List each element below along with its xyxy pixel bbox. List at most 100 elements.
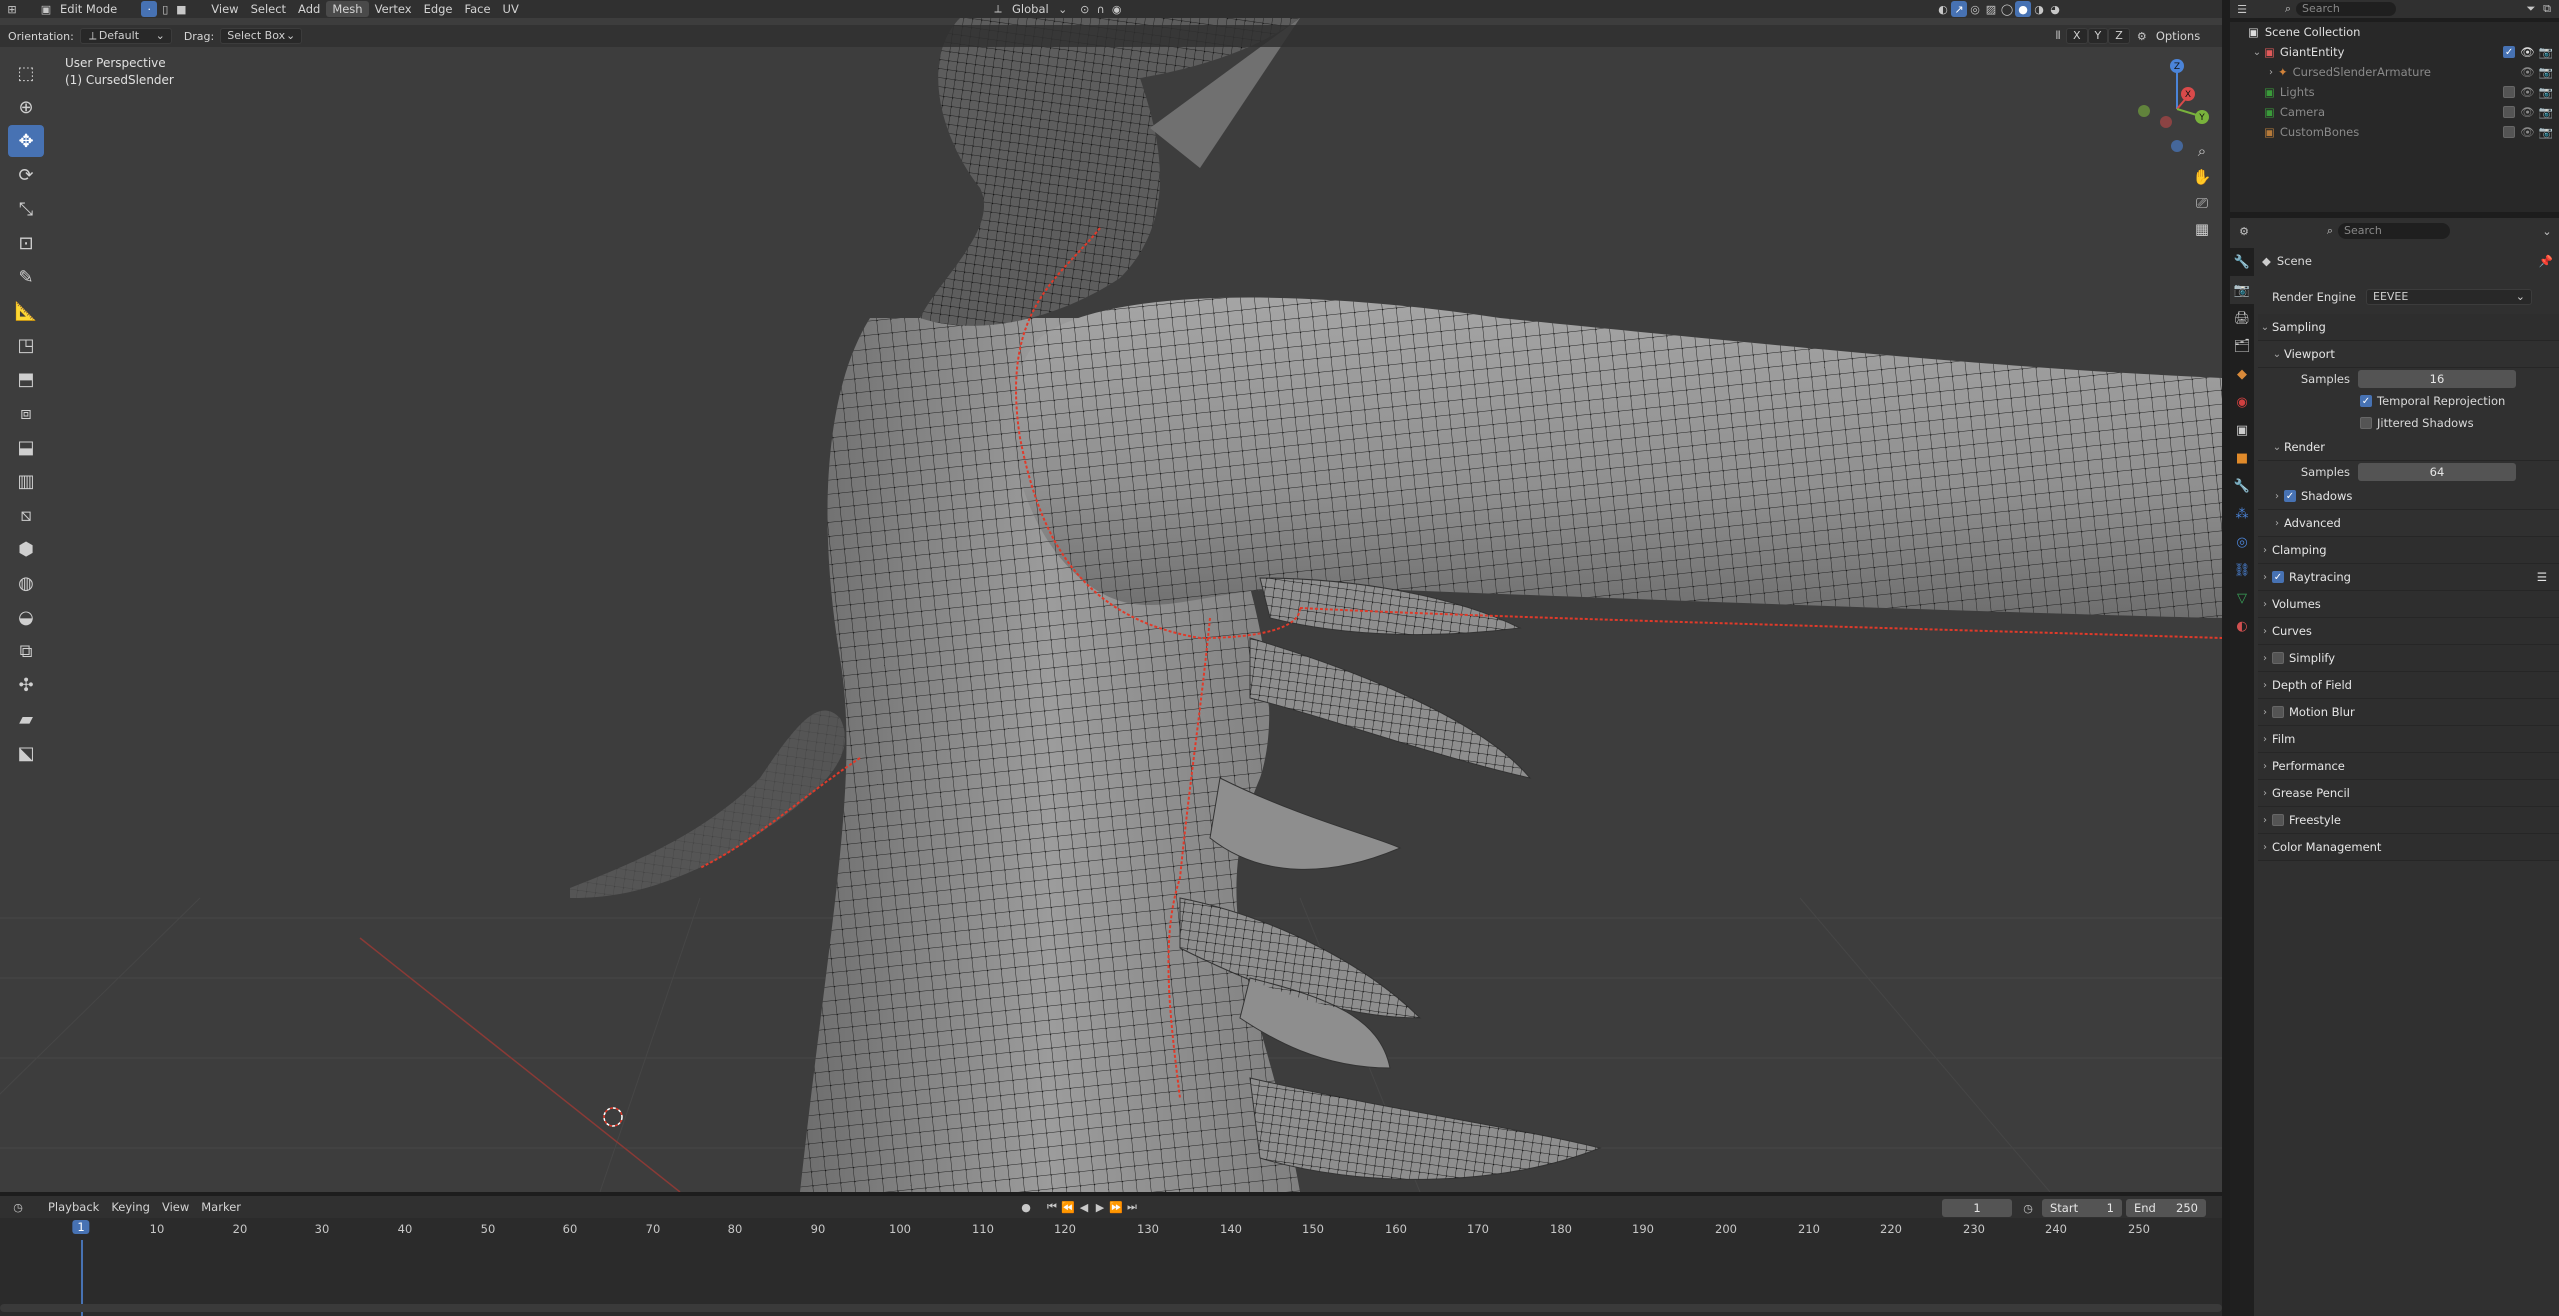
include-checkbox[interactable]	[2503, 86, 2516, 98]
scale-tool-icon[interactable]: ⤡	[8, 193, 44, 225]
transform-tool-icon[interactable]: ⊡	[8, 227, 44, 259]
jittered-shadows-row[interactable]: Jittered Shadows	[2258, 412, 2559, 434]
rip-tool-icon[interactable]: ⬕	[8, 737, 44, 769]
shear-tool-icon[interactable]: ▰	[8, 703, 44, 735]
cursor-tool-icon[interactable]: ⊕	[8, 91, 44, 123]
menu-select[interactable]: Select	[245, 1, 292, 17]
panel-film[interactable]: › Film	[2258, 726, 2559, 753]
object-tab-icon[interactable]: ■	[2230, 444, 2254, 472]
next-keyframe-icon[interactable]: ⏩	[1108, 1199, 1124, 1215]
camera-icon[interactable]: 📷	[2539, 125, 2553, 139]
menu-uv[interactable]: UV	[497, 1, 525, 17]
panel-clamping[interactable]: › Clamping	[2258, 537, 2559, 564]
eye-icon[interactable]: 👁	[2520, 125, 2535, 139]
panel-raytracing[interactable]: › ✓ Raytracing ☰	[2258, 564, 2559, 591]
physics-tab-icon[interactable]: ◎	[2230, 528, 2254, 556]
play-icon[interactable]: ▶	[1092, 1199, 1108, 1215]
proportional-edit-icon[interactable]: ◉	[1109, 1, 1125, 17]
menu-view[interactable]: View	[205, 1, 244, 17]
xray-icon[interactable]: ▨	[1983, 1, 1999, 17]
outliner-editor-icon[interactable]: ☰	[2234, 1, 2250, 17]
options-button[interactable]: Options	[2150, 28, 2206, 44]
jump-start-icon[interactable]: ⏮	[1044, 1199, 1060, 1215]
filter-icon[interactable]: ⏷	[2523, 1, 2539, 17]
menu-marker[interactable]: Marker	[195, 1199, 247, 1215]
orientation-dropdown[interactable]: ⟂ Default ⌄	[79, 28, 172, 44]
eye-icon[interactable]: 👁	[2520, 65, 2535, 79]
end-frame-field[interactable]: End 250	[2126, 1199, 2206, 1217]
pan-hand-icon[interactable]: ✋	[2189, 164, 2215, 190]
area-divider[interactable]	[2222, 0, 2230, 1316]
properties-search-input[interactable]: Search	[2338, 223, 2450, 239]
current-frame-indicator[interactable]: 1	[72, 1220, 90, 1234]
include-checkbox[interactable]	[2503, 126, 2516, 138]
add-cube-tool-icon[interactable]: ◳	[8, 329, 44, 361]
editor-type-icon[interactable]: ⊞	[4, 1, 20, 17]
select-box-tool-icon[interactable]: ⬚	[8, 57, 44, 89]
menu-mesh[interactable]: Mesh	[326, 1, 369, 17]
loop-cut-tool-icon[interactable]: ▥	[8, 465, 44, 497]
jittered-shadows-checkbox[interactable]	[2360, 417, 2372, 429]
temporal-reprojection-row[interactable]: ✓ Temporal Reprojection	[2258, 390, 2559, 412]
subpanel-advanced[interactable]: › Advanced	[2258, 510, 2559, 537]
edge-slide-tool-icon[interactable]: ⧉	[8, 635, 44, 667]
raytracing-checkbox[interactable]: ✓	[2272, 571, 2284, 583]
properties-editor-icon[interactable]: ⚙	[2236, 223, 2252, 239]
outliner-item-giantentity[interactable]: ⌄ ▣ GiantEntity ✓ 👁 📷	[2230, 42, 2559, 62]
face-select-icon[interactable]: ■	[173, 1, 189, 17]
data-tab-icon[interactable]: ▽	[2230, 584, 2254, 612]
view-layer-tab-icon[interactable]: 🗂	[2230, 332, 2254, 360]
material-tab-icon[interactable]: ◐	[2230, 612, 2254, 640]
transform-orientation[interactable]: ⟂ Global ⌄ ⊙ ∩ ◉	[990, 1, 1125, 17]
menu-playback[interactable]: Playback	[42, 1199, 105, 1215]
list-icon[interactable]: ☰	[2537, 570, 2547, 584]
camera-icon[interactable]: 📷	[2539, 105, 2553, 119]
axis-y-toggle[interactable]: Y	[2087, 28, 2109, 44]
eye-icon[interactable]: 👁	[2520, 85, 2535, 99]
chevron-down-icon[interactable]: ⌄	[2250, 47, 2264, 58]
edge-select-icon[interactable]: ▯	[157, 1, 173, 17]
menu-add[interactable]: Add	[292, 1, 326, 17]
panel-sampling[interactable]: ⌄ Sampling	[2258, 314, 2559, 341]
collection-tab-icon[interactable]: ▣	[2230, 416, 2254, 444]
particles-tab-icon[interactable]: ⁂	[2230, 500, 2254, 528]
frame-ruler[interactable]: 1 10 20 30 40 50 60 70 80 90 100 110 120…	[0, 1218, 2222, 1240]
inset-tool-icon[interactable]: ⧈	[8, 397, 44, 429]
freestyle-checkbox[interactable]	[2272, 814, 2284, 826]
outliner-search-input[interactable]: Search	[2296, 2, 2396, 16]
menu-vertex[interactable]: Vertex	[369, 1, 418, 17]
outliner-item-lights[interactable]: ▣ Lights 👁 📷	[2230, 82, 2559, 102]
panel-motion-blur[interactable]: › Motion Blur	[2258, 699, 2559, 726]
outliner-item-custombones[interactable]: ▣ CustomBones 👁 📷	[2230, 122, 2559, 142]
subpanel-shadows[interactable]: › ✓ Shadows	[2258, 483, 2559, 510]
outliner-item-camera[interactable]: ▣ Camera 👁 📷	[2230, 102, 2559, 122]
shrink-fatten-tool-icon[interactable]: ✣	[8, 669, 44, 701]
measure-tool-icon[interactable]: 📐	[8, 295, 44, 327]
3d-cursor[interactable]	[603, 1107, 623, 1127]
drag-dropdown[interactable]: Select Box ⌄	[220, 28, 303, 44]
modifier-tab-icon[interactable]: 🔧	[2230, 472, 2254, 500]
rendered-shading-icon[interactable]: ◕	[2047, 1, 2063, 17]
viewport-samples-field[interactable]: 16	[2358, 370, 2516, 388]
camera-icon[interactable]: 📷	[2539, 65, 2553, 79]
menu-keying[interactable]: Keying	[105, 1199, 156, 1215]
camera-icon[interactable]: 📷	[2539, 45, 2553, 59]
render-tab-icon[interactable]: 📷	[2230, 276, 2254, 304]
render-engine-dropdown[interactable]: EEVEE ⌄	[2366, 289, 2532, 305]
snap-icon[interactable]: ∩	[1093, 1, 1109, 17]
pin-icon[interactable]: 📌	[2539, 254, 2553, 268]
output-tab-icon[interactable]: 🖨	[2230, 304, 2254, 332]
panel-performance[interactable]: › Performance	[2258, 753, 2559, 780]
panel-depth-of-field[interactable]: › Depth of Field	[2258, 672, 2559, 699]
material-shading-icon[interactable]: ◑	[2031, 1, 2047, 17]
chevron-down-icon[interactable]: ⌄	[2539, 223, 2555, 239]
panel-grease-pencil[interactable]: › Grease Pencil	[2258, 780, 2559, 807]
knife-tool-icon[interactable]: ⧅	[8, 499, 44, 531]
panel-volumes[interactable]: › Volumes	[2258, 591, 2559, 618]
subpanel-render[interactable]: ⌄ Render	[2258, 434, 2559, 461]
tool-tab-icon[interactable]: 🔧	[2230, 248, 2254, 276]
prev-keyframe-icon[interactable]: ⏪	[1060, 1199, 1076, 1215]
current-frame-field[interactable]: 1	[1942, 1199, 2012, 1217]
panel-curves[interactable]: › Curves	[2258, 618, 2559, 645]
axis-x-toggle[interactable]: X	[2066, 28, 2088, 44]
